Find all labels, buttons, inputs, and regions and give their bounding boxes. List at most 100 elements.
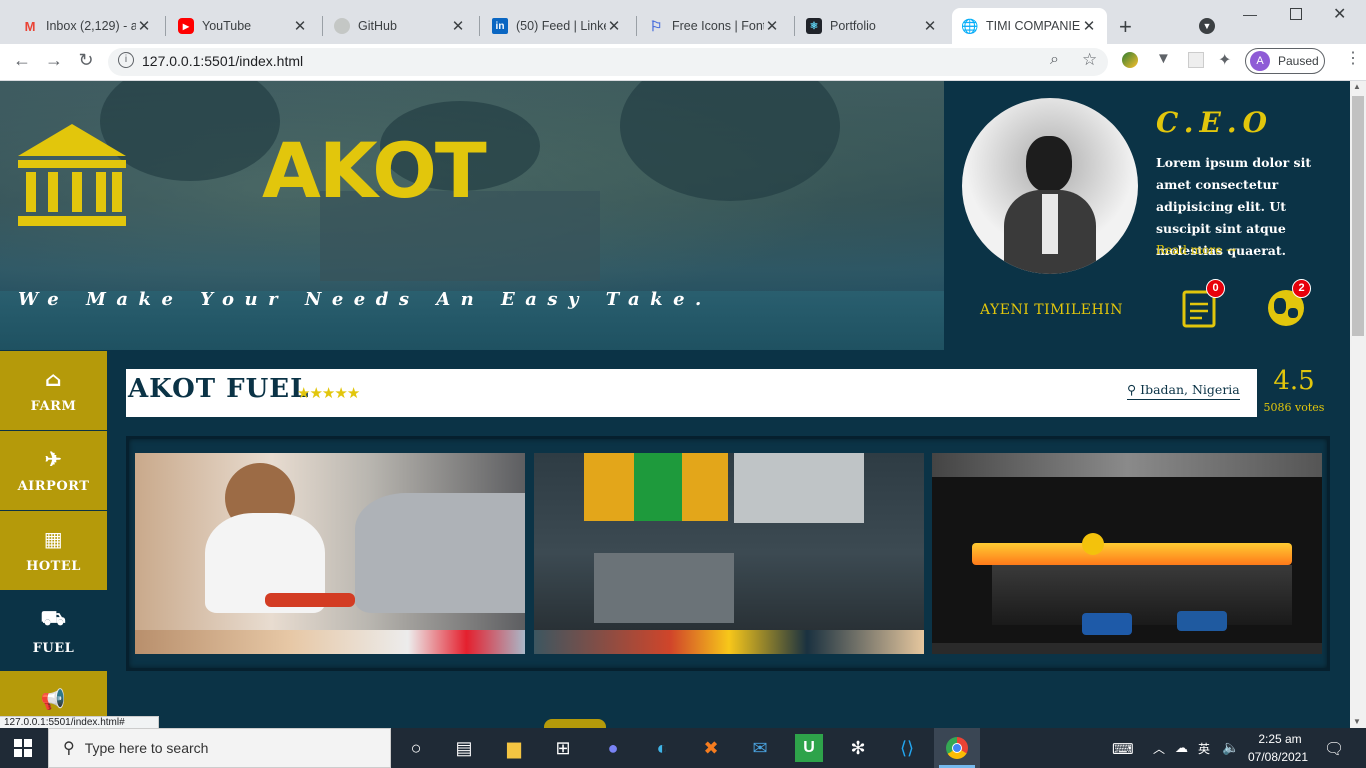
clock-time[interactable]: 2:25 am: [1248, 732, 1312, 746]
scrollbar-thumb[interactable]: [1352, 96, 1364, 336]
profile-status: Paused: [1278, 54, 1319, 68]
slack-icon[interactable]: ✻: [844, 734, 872, 762]
volume-icon[interactable]: 🔈: [1222, 739, 1239, 756]
tab-linkedin[interactable]: in (50) Feed | Linked ✕: [482, 8, 632, 44]
youtube-icon: ▶: [178, 18, 194, 34]
back-icon[interactable]: ←: [10, 50, 34, 71]
react-icon: ⚛: [806, 18, 822, 34]
map-pin-icon: ⚲: [1127, 382, 1137, 397]
extension-icon[interactable]: [1188, 52, 1204, 68]
keyboard-icon[interactable]: ⌨: [1112, 740, 1134, 758]
upwork-icon[interactable]: U: [795, 734, 823, 762]
close-icon[interactable]: ✕: [764, 17, 780, 35]
info-icon[interactable]: i: [118, 52, 134, 68]
megaphone-icon: 📢: [40, 687, 67, 711]
taskbar-search[interactable]: ⚲ Type here to search: [48, 728, 391, 768]
hero-tagline: We Make Your Needs An Easy Take.: [18, 289, 712, 310]
vue-devtools-icon[interactable]: ▼: [1156, 50, 1171, 67]
tab-youtube[interactable]: ▶ YouTube ✕: [168, 8, 318, 44]
globe-icon: 🌐: [961, 17, 979, 34]
sidebar-item-airport[interactable]: ✈ AIRPORT: [0, 431, 107, 510]
notification-badge: 0: [1206, 279, 1225, 298]
chrome-icon[interactable]: [946, 737, 968, 759]
puzzle-icon[interactable]: ✦: [1218, 50, 1231, 70]
gallery-photo-shell-station[interactable]: [932, 453, 1322, 654]
scroll-down-icon[interactable]: ▼: [1353, 717, 1361, 726]
close-icon[interactable]: ✕: [922, 17, 938, 35]
scroll-top-button[interactable]: [544, 719, 606, 728]
network-icon[interactable]: ☁: [1175, 740, 1188, 756]
star-icon: ★: [321, 385, 335, 402]
reload-icon[interactable]: ↻: [74, 50, 98, 71]
flag-icon: ⚐: [649, 17, 663, 34]
profile-button[interactable]: A Paused: [1245, 48, 1325, 74]
close-icon[interactable]: ✕: [136, 17, 152, 35]
windows-start-icon[interactable]: [14, 739, 32, 762]
language-indicator[interactable]: 英: [1198, 740, 1210, 757]
extension-icon[interactable]: [1122, 52, 1138, 68]
building-icon: ▦: [43, 527, 64, 551]
star-icons: ★★★★★: [297, 385, 360, 402]
window-close-button[interactable]: ✕: [1333, 4, 1346, 24]
task-view-icon[interactable]: ○: [402, 734, 430, 762]
scroll-up-icon[interactable]: ▲: [1353, 82, 1361, 91]
discord-icon[interactable]: ●: [599, 734, 627, 762]
sidebar-item-label: AIRPORT: [17, 479, 90, 494]
tab-title: Inbox (2,129) - ay: [46, 19, 136, 33]
url-text[interactable]: 127.0.0.1:5501/index.html: [142, 53, 303, 69]
notifications-icon[interactable]: 🗨: [1324, 739, 1344, 759]
menu-icon[interactable]: ⋮: [1345, 48, 1361, 68]
new-tab-button[interactable]: +: [1119, 14, 1132, 40]
forward-icon[interactable]: →: [42, 50, 66, 71]
bookmark-star-icon[interactable]: ☆: [1082, 50, 1097, 70]
tab-timi-companies[interactable]: 🌐 TIMI COMPANIES ✕: [952, 8, 1107, 44]
read-more-link[interactable]: Read more →: [1156, 243, 1236, 257]
clock-date[interactable]: 07/08/2021: [1244, 750, 1312, 764]
tab-search-icon[interactable]: ▼: [1199, 18, 1215, 34]
tab-title: YouTube: [202, 19, 252, 33]
tab-title: Free Icons | Font A: [672, 19, 764, 33]
avatar: A: [1250, 51, 1270, 71]
store-icon[interactable]: ⊞: [549, 734, 577, 762]
location-text: Ibadan, Nigeria: [1140, 382, 1240, 397]
gmail-icon: M: [24, 18, 36, 34]
notification-badge: 2: [1292, 279, 1311, 298]
tab-fontawesome[interactable]: ⚐ Free Icons | Font A ✕: [638, 8, 790, 44]
star-icon: ★: [309, 385, 322, 402]
chevron-up-icon[interactable]: ︿: [1153, 740, 1165, 757]
xampp-icon[interactable]: ✖: [697, 734, 725, 762]
truck-icon: ⛟: [40, 605, 67, 630]
star-icon: ★: [334, 385, 347, 402]
gallery-photo-woman-fueling[interactable]: [135, 453, 525, 654]
vscode-icon[interactable]: ⟨⟩: [893, 734, 921, 762]
widgets-icon[interactable]: ▤: [450, 734, 478, 762]
location-link[interactable]: ⚲ Ibadan, Nigeria: [1127, 382, 1240, 400]
close-icon[interactable]: ✕: [1081, 17, 1097, 35]
bank-logo-icon: [18, 124, 126, 231]
rating-value: 4.5: [1273, 366, 1315, 396]
star-rating: ★★★★★: [297, 384, 360, 402]
sidebar-item-label: FARM: [30, 399, 77, 414]
close-icon[interactable]: ✕: [450, 17, 466, 35]
gallery-photo-fuel-pump[interactable]: [534, 453, 924, 654]
zoom-icon[interactable]: ⌕: [1050, 51, 1059, 69]
sidebar-item-hotel[interactable]: ▦ HOTEL: [0, 511, 107, 590]
sidebar-item-label: HOTEL: [26, 559, 81, 574]
maximize-button[interactable]: [1290, 8, 1302, 20]
listing-title: AKOT FUEL: [128, 374, 310, 404]
close-icon[interactable]: ✕: [292, 17, 308, 35]
close-icon[interactable]: ✕: [606, 17, 622, 35]
ceo-heading: C.E.O: [1156, 106, 1274, 139]
sidebar-item-fuel[interactable]: ⛟ FUEL: [0, 591, 107, 670]
linkedin-icon: in: [492, 18, 508, 34]
sidebar-item-farm[interactable]: ⌂ FARM: [0, 351, 107, 430]
mail-icon[interactable]: ✉: [746, 734, 774, 762]
tab-github[interactable]: GitHub ✕: [324, 8, 476, 44]
tab-gmail[interactable]: M Inbox (2,129) - ay ✕: [12, 8, 162, 44]
home-icon: ⌂: [44, 367, 63, 391]
tab-portfolio[interactable]: ⚛ Portfolio ✕: [796, 8, 948, 44]
file-explorer-icon[interactable]: ▆: [500, 734, 528, 762]
minimize-button[interactable]: —: [1243, 6, 1257, 22]
star-icon: ★: [297, 385, 310, 402]
edge-icon[interactable]: ◐: [648, 734, 676, 762]
